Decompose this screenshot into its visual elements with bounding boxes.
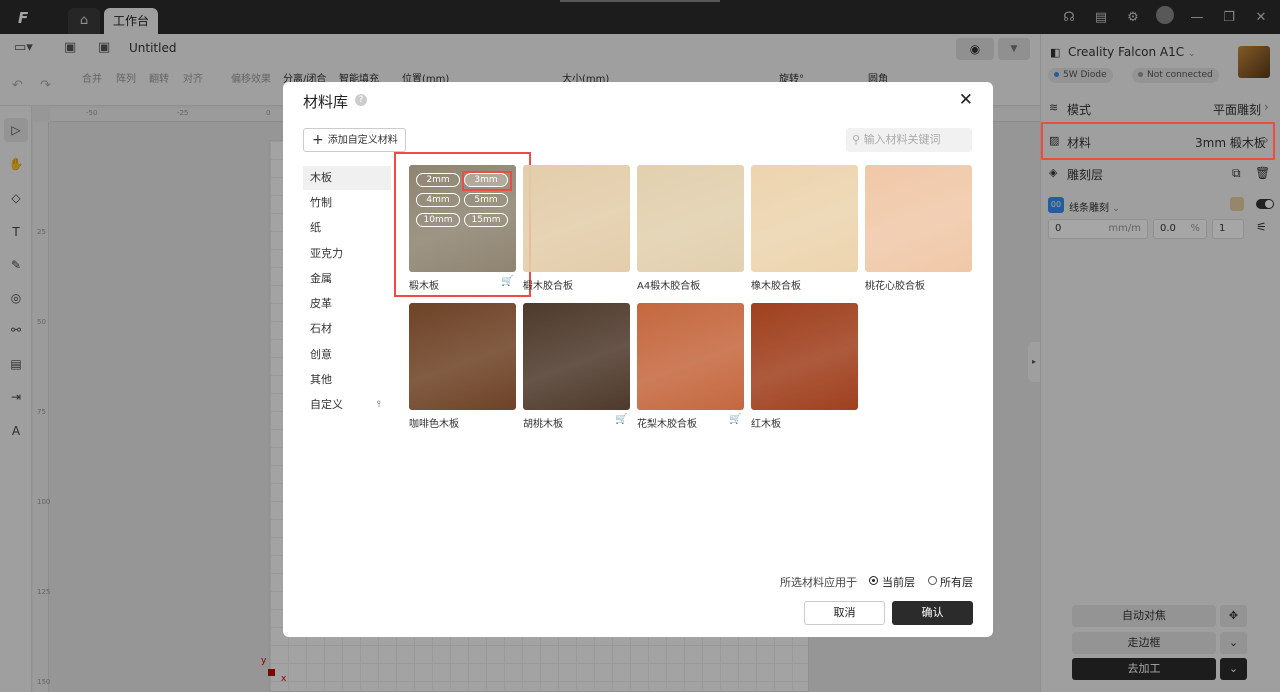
material-label: 椴木胶合板 — [523, 281, 573, 292]
add-custom-label: 添加自定义材料 — [327, 135, 398, 146]
material-tile-a4-basswood-plywood[interactable] — [637, 165, 744, 272]
category-stone[interactable]: 石材 — [303, 317, 391, 341]
material-tile-redwood[interactable] — [751, 303, 858, 410]
category-wood[interactable]: 木板 — [303, 166, 391, 190]
category-creative[interactable]: 创意 — [303, 343, 391, 367]
material-label: 花梨木胶合板 — [637, 419, 697, 430]
category-other[interactable]: 其他 — [303, 368, 391, 392]
material-tile-walnut[interactable] — [523, 303, 630, 410]
category-acrylic[interactable]: 亚克力 — [303, 242, 391, 266]
search-placeholder: 输入材料关键词 — [863, 133, 941, 146]
category-bamboo[interactable]: 竹制 — [303, 191, 391, 215]
category-paper[interactable]: 纸 — [303, 216, 391, 240]
radio-all-layers[interactable] — [928, 576, 937, 585]
radio-current-layer-label[interactable]: 当前层 — [882, 574, 915, 590]
material-tile-basswood-plywood[interactable] — [523, 165, 630, 272]
close-icon[interactable]: ✕ — [959, 90, 973, 110]
material-search-input[interactable]: ⚲ 输入材料关键词 — [846, 128, 972, 152]
radio-all-layers-label[interactable]: 所有层 — [940, 574, 973, 590]
material-tile-rosewood-plywood[interactable] — [637, 303, 744, 410]
cart-icon[interactable]: 🛒 — [615, 414, 627, 425]
material-library-dialog: 材料库 ? ✕ + 添加自定义材料 ⚲ 输入材料关键词 木板 竹制 纸 亚克力 金… — [283, 82, 993, 637]
material-label: 红木板 — [751, 419, 781, 430]
cancel-button[interactable]: 取消 — [804, 601, 885, 625]
category-metal[interactable]: 金属 — [303, 267, 391, 291]
add-custom-material-button[interactable]: + 添加自定义材料 — [303, 128, 406, 152]
material-label: 桃花心胶合板 — [865, 281, 925, 292]
cart-icon[interactable]: 🛒 — [729, 414, 741, 425]
search-icon: ⚲ — [852, 133, 861, 146]
confirm-button[interactable]: 确认 — [892, 601, 973, 625]
plus-icon: + — [312, 132, 324, 148]
material-label: 胡桃木板 — [523, 419, 563, 430]
apply-to-label: 所选材料应用于 — [780, 576, 857, 589]
material-label: A4椴木胶合板 — [637, 281, 701, 292]
dialog-title: 材料库 — [303, 93, 349, 111]
help-icon[interactable]: ? — [355, 94, 367, 106]
material-tile-coffee-wood[interactable] — [409, 303, 516, 410]
material-tile-oak-plywood[interactable] — [751, 165, 858, 272]
category-leather[interactable]: 皮革 — [303, 292, 391, 316]
material-label: 橡木胶合板 — [751, 281, 801, 292]
material-label: 咖啡色木板 — [409, 419, 459, 430]
material-tile-mahogany-plywood[interactable] — [865, 165, 972, 272]
pin-icon[interactable]: ⫯ — [377, 400, 381, 410]
tile-highlight-box — [394, 152, 531, 297]
material-highlight-box — [1041, 122, 1275, 160]
radio-current-layer[interactable] — [869, 576, 878, 585]
